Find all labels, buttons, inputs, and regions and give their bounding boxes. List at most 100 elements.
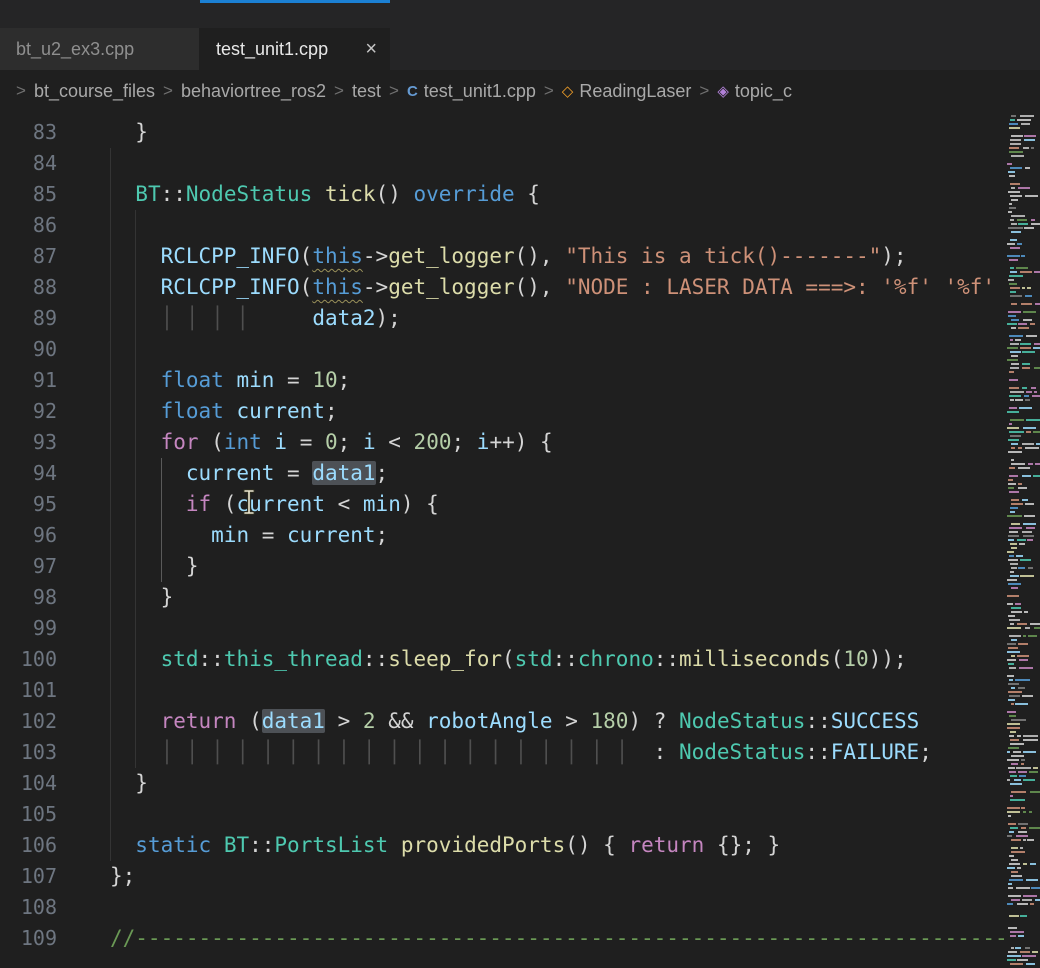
minimap-line (1033, 347, 1040, 349)
code-line[interactable]: 83 } (0, 117, 1040, 148)
code-text (70, 334, 110, 365)
code-line[interactable]: 85 BT::NodeStatus tick() override { (0, 179, 1040, 210)
breadcrumb-item-test_unit1.cpp[interactable]: Ctest_unit1.cpp (407, 81, 536, 102)
line-number[interactable]: 109 (0, 923, 70, 954)
code-token: "This is a tick()-------" (565, 244, 881, 268)
code-line[interactable]: 92 float current; (0, 396, 1040, 427)
code-line[interactable]: 106 static BT::PortsList providedPorts()… (0, 830, 1040, 861)
minimap-line (1020, 347, 1030, 349)
code-line[interactable]: 93 for (int i = 0; i < 200; i++) { (0, 427, 1040, 458)
line-number[interactable]: 93 (0, 427, 70, 458)
line-number[interactable]: 105 (0, 799, 70, 830)
minimap[interactable] (1006, 112, 1040, 968)
code-line[interactable]: 97 } (0, 551, 1040, 582)
line-number[interactable]: 92 (0, 396, 70, 427)
code-line[interactable]: 94 current = data1; (0, 458, 1040, 489)
editor[interactable]: 83 }8485 BT::NodeStatus tick() override … (0, 112, 1040, 968)
code-token: milliseconds (679, 647, 831, 671)
code-line[interactable]: 107}; (0, 861, 1040, 892)
minimap-line (1011, 875, 1022, 877)
breadcrumb-item-topic_c[interactable]: ◈topic_c (717, 81, 792, 102)
minimap-line (1009, 175, 1015, 177)
close-icon[interactable]: × (357, 39, 377, 59)
line-number[interactable]: 102 (0, 706, 70, 737)
minimap-line (1011, 155, 1024, 157)
code-line[interactable]: 103 │ │ │ │ │ │ │ │ │ │ │ │ │ │ │ │ │ │ … (0, 737, 1040, 768)
line-number[interactable]: 101 (0, 675, 70, 706)
minimap-line (1023, 739, 1038, 741)
code-line[interactable]: 101 (0, 675, 1040, 706)
line-number[interactable]: 85 (0, 179, 70, 210)
code-line[interactable]: 88 RCLCPP_INFO(this->get_logger(), "NODE… (0, 272, 1040, 303)
line-number[interactable]: 103 (0, 737, 70, 768)
code-text: if (current < min) { (70, 489, 439, 520)
code-token: {}; } (704, 833, 780, 857)
line-number[interactable]: 107 (0, 861, 70, 892)
code-text (70, 799, 110, 830)
line-number[interactable]: 108 (0, 892, 70, 923)
line-number[interactable]: 89 (0, 303, 70, 334)
minimap-line (1033, 767, 1038, 769)
code-token: > (325, 709, 363, 733)
minimap-line (1008, 583, 1021, 585)
minimap-line (1010, 247, 1020, 249)
line-number[interactable]: 86 (0, 210, 70, 241)
code-line[interactable]: 109//-----------------------------------… (0, 923, 1040, 954)
minimap-line (1022, 475, 1031, 477)
code-line[interactable]: 84 (0, 148, 1040, 179)
line-number[interactable]: 88 (0, 272, 70, 303)
code-line[interactable]: 95 if (current < min) { (0, 489, 1040, 520)
breadcrumb-item-behaviortree_ros2[interactable]: behaviortree_ros2 (181, 81, 326, 102)
line-number[interactable]: 83 (0, 117, 70, 148)
line-number[interactable]: 87 (0, 241, 70, 272)
code-token: 2 (363, 709, 376, 733)
code-token: std (161, 647, 199, 671)
minimap-line (1008, 535, 1019, 537)
code-line[interactable]: 102 return (data1 > 2 && robotAngle > 18… (0, 706, 1040, 737)
code-line[interactable]: 105 (0, 799, 1040, 830)
minimap-line (1009, 831, 1014, 833)
line-number[interactable]: 100 (0, 644, 70, 675)
code-token: data1 (312, 461, 375, 485)
code-line[interactable]: 89 │ │ │ │ data2); (0, 303, 1040, 334)
code-line[interactable]: 87 RCLCPP_INFO(this->get_logger(), "This… (0, 241, 1040, 272)
line-number[interactable]: 104 (0, 768, 70, 799)
minimap-line (1025, 503, 1034, 505)
code-line[interactable]: 99 (0, 613, 1040, 644)
minimap-line (1009, 531, 1018, 533)
minimap-line (1011, 319, 1019, 321)
minimap-line (1009, 127, 1020, 129)
code-line[interactable]: 91 float min = 10; (0, 365, 1040, 396)
tab-bt_u2_ex3-cpp[interactable]: bt_u2_ex3.cpp (0, 28, 200, 70)
minimap-line (1030, 623, 1040, 625)
code-token: ); (881, 244, 906, 268)
code-line[interactable]: 90 (0, 334, 1040, 365)
chevron-right-icon: > (334, 81, 344, 101)
line-number[interactable]: 96 (0, 520, 70, 551)
line-number[interactable]: 99 (0, 613, 70, 644)
breadcrumb-item-ReadingLaser[interactable]: ◇ReadingLaser (562, 81, 692, 102)
tab-test_unit1-cpp[interactable]: test_unit1.cpp× (200, 28, 390, 70)
code-line[interactable]: 96 min = current; (0, 520, 1040, 551)
code-line[interactable]: 104 } (0, 768, 1040, 799)
code-line[interactable]: 98 } (0, 582, 1040, 613)
line-number[interactable]: 98 (0, 582, 70, 613)
line-number[interactable]: 97 (0, 551, 70, 582)
code-line[interactable]: 108 (0, 892, 1040, 923)
line-number[interactable]: 84 (0, 148, 70, 179)
code-line[interactable]: 86 (0, 210, 1040, 241)
minimap-line (1027, 287, 1031, 289)
breadcrumb-item-test[interactable]: test (352, 81, 381, 102)
code-line[interactable]: 100 std::this_thread::sleep_for(std::chr… (0, 644, 1040, 675)
line-number[interactable]: 94 (0, 458, 70, 489)
minimap-line (1011, 899, 1020, 901)
line-number[interactable]: 95 (0, 489, 70, 520)
minimap-line (1029, 827, 1040, 829)
line-number[interactable]: 90 (0, 334, 70, 365)
code-token: min (236, 368, 274, 392)
code-token: PortsList (274, 833, 388, 857)
line-number[interactable]: 91 (0, 365, 70, 396)
minimap-line (1025, 447, 1039, 449)
line-number[interactable]: 106 (0, 830, 70, 861)
breadcrumb-item-bt_course_files[interactable]: bt_course_files (34, 81, 155, 102)
